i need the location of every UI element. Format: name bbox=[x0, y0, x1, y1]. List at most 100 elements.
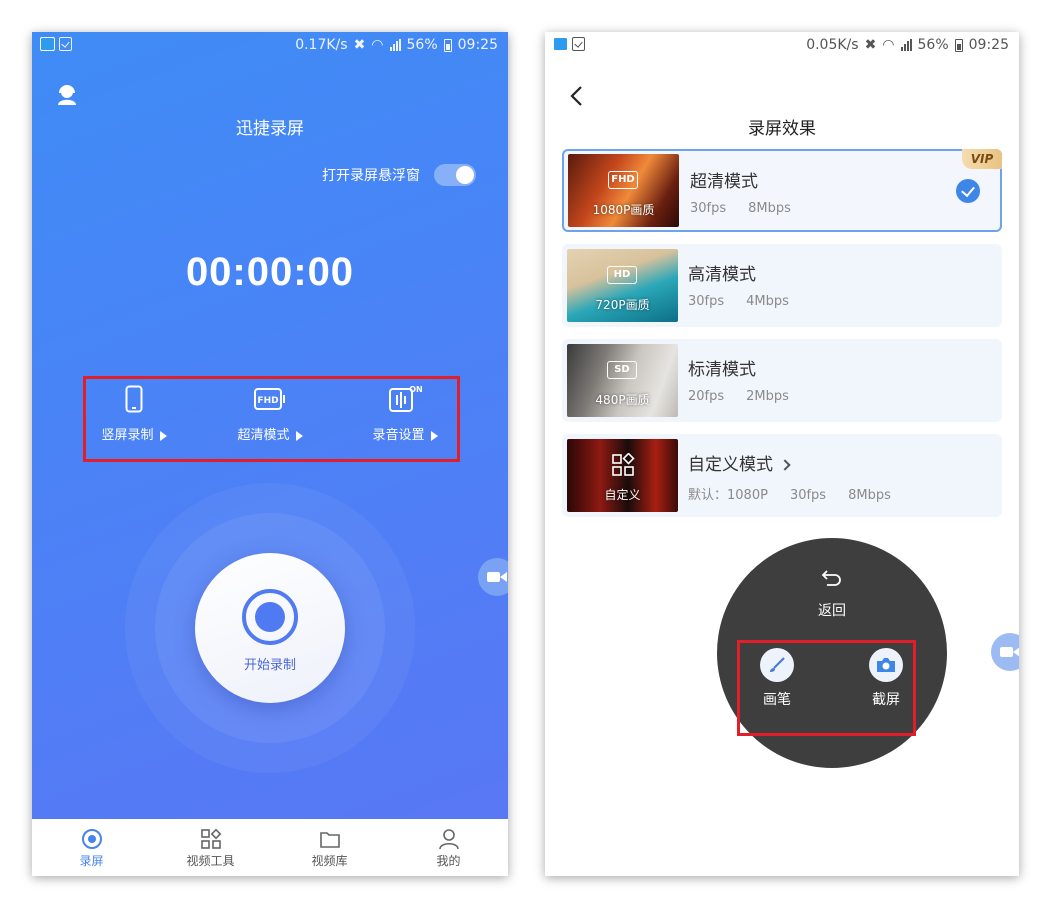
thumbnail-label: 720P画质 bbox=[595, 298, 650, 312]
thumbnail-canyon: FHD 1080P画质 bbox=[568, 154, 679, 227]
bitrate: 2Mbps bbox=[746, 389, 789, 404]
record-timer: 00:00:00 bbox=[185, 250, 355, 294]
start-record-label: 开始录制 bbox=[243, 658, 296, 673]
tab-record[interactable]: 录屏 bbox=[32, 819, 151, 876]
fps: 30fps bbox=[688, 294, 725, 309]
quality-option-fhd[interactable]: FHD 1080P画质 超清模式 30fps 8Mbps VIP bbox=[562, 149, 1002, 232]
float-window-row: 打开录屏悬浮窗 bbox=[322, 164, 476, 186]
tab-video-library[interactable]: 视频库 bbox=[270, 819, 389, 876]
selected-check-icon bbox=[956, 179, 980, 203]
tab-label: 视频库 bbox=[311, 854, 348, 868]
option-specs: 默认：1080P 30fps 8Mbps bbox=[688, 484, 913, 503]
fps: 30fps bbox=[789, 488, 827, 503]
brush-label: 画笔 bbox=[763, 692, 791, 708]
status-bar: 0.05K/s ✖ ◠ 56% 09:25 bbox=[545, 32, 1019, 60]
tab-label: 视频工具 bbox=[186, 854, 235, 868]
tab-video-tools[interactable]: 视频工具 bbox=[151, 819, 270, 876]
option-specs: 30fps 4Mbps bbox=[688, 294, 811, 309]
camera-icon bbox=[877, 658, 895, 672]
record-quality-screen: 0.05K/s ✖ ◠ 56% 09:25 录屏效果 FHD 1080P画质 超… bbox=[545, 32, 1019, 876]
record-icon bbox=[242, 589, 298, 645]
battery-percent: 56% bbox=[406, 37, 438, 53]
microphone-on-icon: ON bbox=[389, 385, 422, 412]
custom-grid-icon bbox=[612, 453, 635, 476]
quality-mode-button[interactable]: FHD 超清模式 bbox=[215, 384, 325, 443]
fhd-icon: FHD bbox=[254, 388, 285, 410]
network-speed: 0.17K/s bbox=[295, 37, 348, 53]
undo-icon bbox=[821, 570, 841, 586]
float-window-toggle[interactable] bbox=[434, 164, 476, 186]
option-title: 高清模式 bbox=[688, 265, 756, 285]
user-headset-icon[interactable] bbox=[56, 84, 78, 106]
tools-grid-icon bbox=[200, 828, 221, 849]
option-title: 自定义模式 bbox=[688, 450, 791, 475]
floating-action-menu: 返回 画笔 截屏 bbox=[717, 538, 947, 768]
option-specs: 30fps 8Mbps bbox=[690, 201, 813, 216]
floating-camera-button[interactable] bbox=[478, 558, 508, 596]
float-window-label: 打开录屏悬浮窗 bbox=[322, 168, 420, 184]
record-disc-icon bbox=[81, 829, 102, 849]
quality-option-sd[interactable]: SD 480P画质 标清模式 20fps 2Mbps bbox=[562, 339, 1002, 422]
option-title: 标清模式 bbox=[688, 360, 756, 380]
person-icon bbox=[438, 829, 459, 850]
start-record-button[interactable]: 开始录制 bbox=[195, 553, 345, 703]
wifi-icon: ◠ bbox=[882, 37, 895, 53]
quality-option-hd[interactable]: HD 720P画质 高清模式 30fps 4Mbps bbox=[562, 244, 1002, 327]
checklist-notification-icon bbox=[59, 37, 72, 51]
app-notification-icon bbox=[40, 37, 55, 51]
fps: 30fps bbox=[690, 201, 727, 216]
phone-portrait-icon bbox=[125, 385, 143, 413]
thumbnail-beach: HD 720P画质 bbox=[567, 249, 678, 322]
signal-icon bbox=[389, 39, 401, 51]
bitrate: 8Mbps bbox=[748, 201, 791, 216]
page-title: 录屏效果 bbox=[748, 119, 816, 139]
default-resolution: 默认：1080P bbox=[688, 488, 768, 503]
battery-icon bbox=[443, 38, 452, 52]
thumbnail-label: 480P画质 bbox=[595, 393, 650, 407]
checklist-notification-icon bbox=[572, 37, 585, 51]
screenshot-button[interactable]: 截屏 bbox=[856, 648, 916, 709]
option-specs: 20fps 2Mbps bbox=[688, 389, 811, 404]
tab-label: 我的 bbox=[436, 854, 461, 868]
mode-label: 竖屏录制 bbox=[101, 428, 154, 443]
quality-badge: FHD bbox=[608, 171, 638, 189]
mode-label: 录音设置 bbox=[372, 428, 425, 443]
menu-back-button[interactable]: 返回 bbox=[717, 568, 947, 620]
audio-settings-button[interactable]: ON 录音设置 bbox=[350, 384, 460, 443]
app-title: 迅捷录屏 bbox=[236, 119, 304, 139]
video-camera-icon bbox=[487, 572, 507, 582]
floating-camera-button[interactable] bbox=[991, 633, 1019, 671]
brush-button[interactable]: 画笔 bbox=[747, 648, 807, 709]
brush-icon bbox=[770, 657, 785, 672]
folder-icon bbox=[319, 832, 340, 848]
svg-text:FHD: FHD bbox=[257, 396, 278, 406]
bitrate: 4Mbps bbox=[746, 294, 789, 309]
quality-badge: SD bbox=[607, 361, 637, 379]
signal-icon bbox=[900, 39, 912, 51]
battery-percent: 56% bbox=[917, 37, 949, 53]
mode-label: 超清模式 bbox=[237, 428, 290, 443]
screenshot-label: 截屏 bbox=[872, 692, 900, 708]
thumbnail-custom: 自定义 bbox=[567, 439, 678, 512]
clock: 09:25 bbox=[457, 37, 498, 53]
portrait-record-button[interactable]: 竖屏录制 bbox=[79, 384, 189, 443]
tab-profile[interactable]: 我的 bbox=[389, 819, 508, 876]
fps: 20fps bbox=[688, 389, 725, 404]
mute-icon: ✖ bbox=[864, 37, 877, 53]
status-bar: 0.17K/s ✖ ◠ 56% 09:25 bbox=[32, 32, 508, 60]
thumbnail-portrait: SD 480P画质 bbox=[567, 344, 678, 417]
mute-icon: ✖ bbox=[353, 37, 366, 53]
recorder-home-screen: 0.17K/s ✖ ◠ 56% 09:25 迅捷录屏 打开录屏悬浮窗 00:00… bbox=[32, 32, 508, 876]
battery-icon bbox=[954, 38, 963, 52]
network-speed: 0.05K/s bbox=[806, 37, 859, 53]
bitrate: 8Mbps bbox=[848, 488, 891, 503]
quality-badge: HD bbox=[607, 266, 637, 284]
menu-back-label: 返回 bbox=[818, 603, 846, 619]
bottom-tab-bar: 录屏 视频工具 视频库 我的 bbox=[32, 819, 508, 876]
chevron-right-icon bbox=[779, 459, 791, 471]
video-camera-icon bbox=[1000, 647, 1019, 657]
quality-option-custom[interactable]: 自定义 自定义模式 默认：1080P 30fps 8Mbps bbox=[562, 434, 1002, 517]
svg-text:ON: ON bbox=[409, 385, 422, 394]
option-title: 超清模式 bbox=[690, 172, 758, 192]
back-arrow-icon[interactable] bbox=[567, 84, 587, 108]
